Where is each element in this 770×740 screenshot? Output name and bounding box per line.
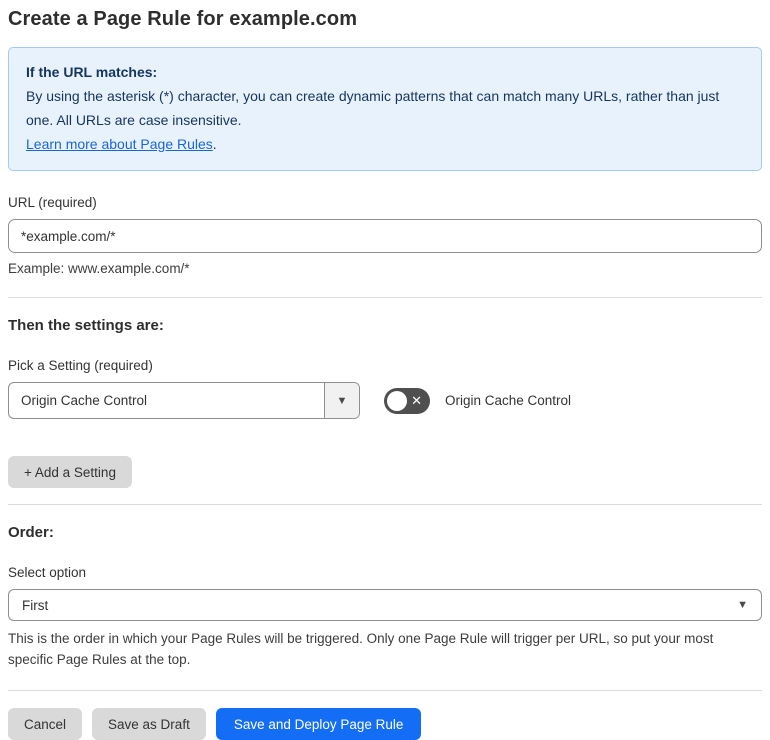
cancel-button[interactable]: Cancel <box>8 708 83 740</box>
save-deploy-button[interactable]: Save and Deploy Page Rule <box>215 708 422 740</box>
order-section-heading: Order: <box>8 524 54 541</box>
info-box-body: By using the asterisk (*) character, you… <box>26 88 720 128</box>
divider <box>8 690 762 691</box>
footer-actions: Cancel Save as Draft Save and Deploy Pag… <box>8 708 762 740</box>
chevron-down-icon[interactable]: ▼ <box>324 383 359 418</box>
url-field-label: URL (required) <box>8 195 97 210</box>
page-rule-form: Create a Page Rule for example.com If th… <box>0 0 770 740</box>
order-select-value: First <box>22 597 49 613</box>
save-draft-button[interactable]: Save as Draft <box>92 708 206 740</box>
divider <box>8 504 762 505</box>
info-box-heading: If the URL matches: <box>26 64 158 80</box>
toggle-off-x-icon: ✕ <box>411 392 422 408</box>
setting-picker-label: Pick a Setting (required) <box>8 358 153 373</box>
url-example-text: Example: www.example.com/* <box>8 261 190 276</box>
origin-cache-control-toggle[interactable]: ✕ <box>384 387 430 414</box>
add-setting-button[interactable]: + Add a Setting <box>8 456 132 488</box>
link-period: . <box>212 136 217 152</box>
page-title: Create a Page Rule for example.com <box>8 8 358 30</box>
order-select-label: Select option <box>8 565 87 580</box>
toggle-label: Origin Cache Control <box>445 393 572 408</box>
settings-section-heading: Then the settings are: <box>8 317 164 334</box>
url-match-info-box: If the URL matches: By using the asteris… <box>8 47 762 171</box>
url-input[interactable] <box>8 219 762 253</box>
setting-dropdown[interactable]: Origin Cache Control ▼ <box>8 382 360 419</box>
chevron-down-icon: ▼ <box>737 599 748 611</box>
toggle-knob <box>387 390 407 411</box>
info-box-link-line: Learn more about Page Rules. <box>26 132 744 156</box>
setting-dropdown-value: Origin Cache Control <box>21 393 148 408</box>
order-help-text: This is the order in which your Page Rul… <box>8 631 714 667</box>
setting-row: Origin Cache Control ▼ ✕ Origin Cache Co… <box>8 382 762 419</box>
divider <box>8 297 762 298</box>
order-select[interactable]: First ▼ <box>8 589 762 621</box>
learn-more-link[interactable]: Learn more about Page Rules <box>26 136 213 152</box>
